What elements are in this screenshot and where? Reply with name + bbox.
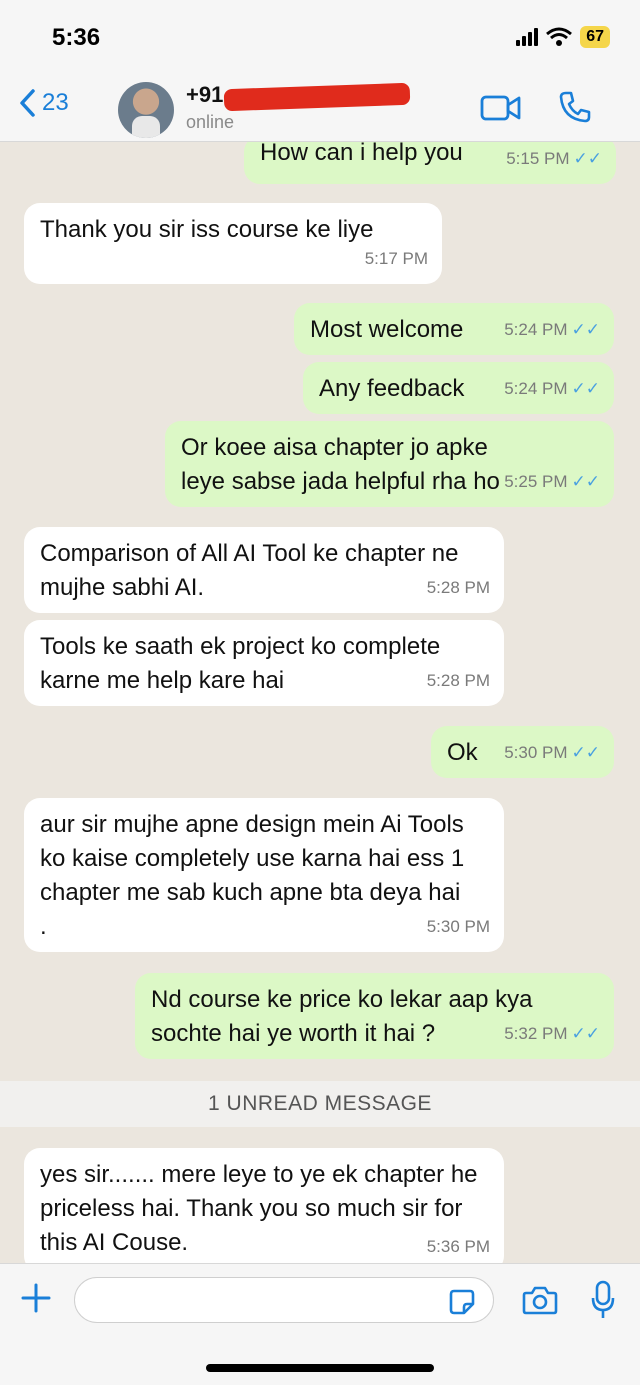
read-ticks-icon: ✓✓ (573, 149, 603, 168)
phone-call-icon[interactable] (558, 90, 592, 124)
wifi-icon (546, 27, 573, 46)
chevron-left-icon (20, 89, 35, 117)
back-button[interactable]: 23 (18, 88, 69, 118)
unread-divider: 1 UNREAD MESSAGE (0, 1081, 640, 1127)
message-bubble[interactable]: Nd course ke price ko lekar aap kya soch… (135, 973, 614, 1059)
message-text: aur sir mujhe apne design mein Ai Tools … (40, 811, 465, 940)
message-text: Comparison of All AI Tool ke chapter ne … (40, 540, 459, 601)
message-time: 5:15 PM (506, 149, 570, 168)
message-bubble[interactable]: Comparison of All AI Tool ke chapter ne … (24, 527, 504, 613)
read-ticks-icon: ✓✓ (571, 379, 601, 398)
redaction-mark (223, 82, 411, 112)
read-ticks-icon: ✓✓ (571, 1024, 601, 1043)
status-bar: 5:36 67 (0, 0, 640, 76)
message-bubble[interactable]: Or koee aisa chapter jo apke leye sabse … (165, 421, 614, 507)
message-time: 5:30 PM (426, 917, 490, 936)
message-bubble[interactable]: Tools ke saath ek project ko complete ka… (24, 620, 504, 706)
signal-icon (516, 28, 539, 46)
camera-icon[interactable] (522, 1284, 558, 1316)
contact-name[interactable]: +91 (186, 82, 223, 108)
chat-header: 23 +91 online (0, 76, 640, 142)
message-bubble[interactable]: Ok 5:30 PM ✓✓ (431, 726, 614, 778)
read-ticks-icon: ✓✓ (571, 472, 601, 491)
avatar[interactable] (118, 82, 174, 138)
message-text: Or koee aisa chapter jo apke leye sabse … (181, 434, 500, 495)
message-text: How can i help you (260, 142, 463, 166)
message-text: yes sir....... mere leye to ye ek chapte… (40, 1161, 478, 1256)
message-input[interactable] (74, 1277, 494, 1323)
message-time: 5:24 PM (504, 379, 568, 398)
message-list[interactable]: How can i help you 5:15 PM ✓✓ Thank you s… (0, 142, 640, 1263)
message-time: 5:30 PM (504, 743, 568, 762)
message-time: 5:17 PM (364, 249, 428, 268)
plus-icon[interactable] (20, 1282, 52, 1314)
message-time: 5:36 PM (426, 1237, 490, 1256)
unread-chats-count: 23 (42, 89, 69, 116)
message-bubble[interactable]: aur sir mujhe apne design mein Ai Tools … (24, 798, 504, 952)
message-bubble[interactable]: How can i help you 5:15 PM ✓✓ (244, 142, 616, 184)
message-time: 5:28 PM (426, 671, 490, 690)
message-text: Tools ke saath ek project ko complete ka… (40, 633, 441, 694)
message-time: 5:28 PM (426, 578, 490, 597)
message-bubble[interactable]: Thank you sir iss course ke liye 5:17 PM (24, 203, 442, 284)
status-time: 5:36 (52, 24, 101, 51)
sticker-icon[interactable] (448, 1288, 476, 1316)
read-ticks-icon: ✓✓ (571, 320, 601, 339)
message-time: 5:25 PM (504, 472, 568, 491)
read-ticks-icon: ✓✓ (571, 743, 601, 762)
home-indicator (206, 1364, 434, 1372)
message-bubble[interactable]: Most welcome 5:24 PM ✓✓ (294, 303, 614, 355)
message-bubble[interactable]: yes sir....... mere leye to ye ek chapte… (24, 1148, 504, 1263)
video-call-icon[interactable] (480, 94, 522, 122)
message-time: 5:32 PM (504, 1024, 568, 1043)
message-bubble[interactable]: Any feedback 5:24 PM ✓✓ (303, 362, 614, 414)
composer-bar (0, 1263, 640, 1385)
microphone-icon[interactable] (590, 1280, 616, 1320)
contact-status: online (186, 112, 235, 132)
message-time: 5:24 PM (504, 320, 568, 339)
battery-indicator: 67 (580, 26, 610, 48)
